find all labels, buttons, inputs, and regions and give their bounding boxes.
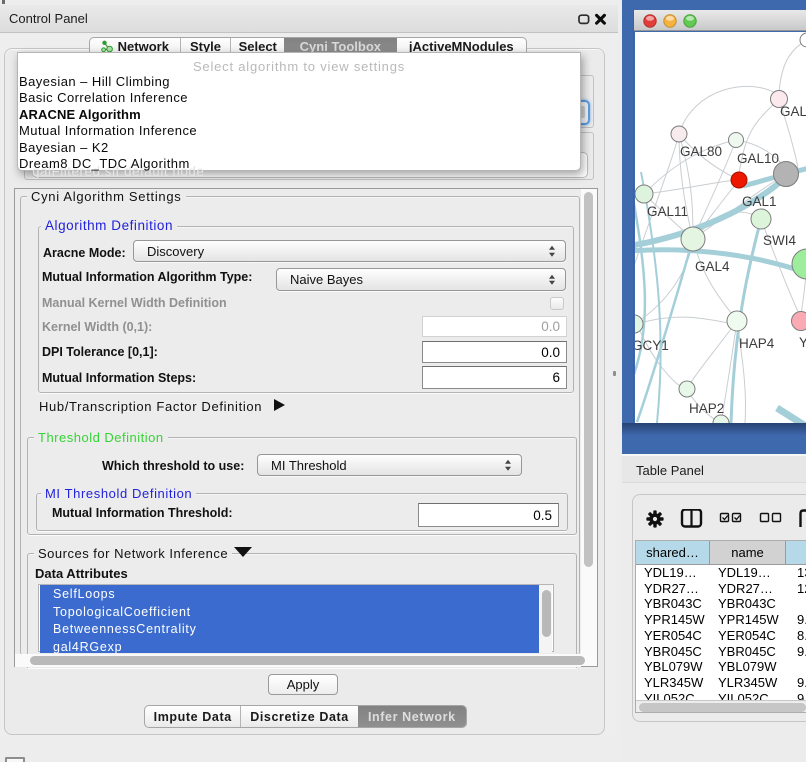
svg-text:GAL4: GAL4 [695, 259, 730, 274]
svg-text:GCY1: GCY1 [635, 338, 669, 353]
svg-text:GAL11: GAL11 [647, 204, 688, 219]
svg-text:Y: Y [799, 335, 806, 350]
svg-text:GAL1: GAL1 [742, 194, 777, 209]
svg-text:GAL: GAL [780, 104, 806, 119]
svg-text:SWI4: SWI4 [763, 233, 796, 248]
svg-text:HAP2: HAP2 [689, 401, 724, 416]
svg-text:GAL10: GAL10 [737, 151, 779, 166]
svg-text:HAP4: HAP4 [739, 336, 775, 351]
svg-text:GAL80: GAL80 [680, 144, 722, 159]
